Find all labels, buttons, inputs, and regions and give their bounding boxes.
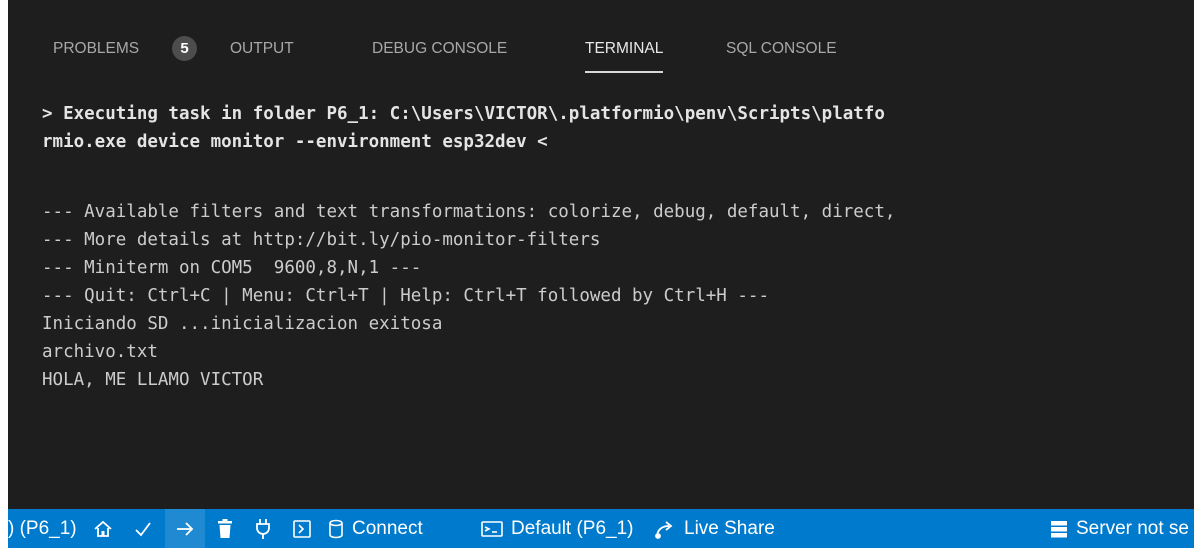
environment-selector[interactable]: Default (P6_1) [481,509,634,548]
live-share-button[interactable]: Live Share [654,509,775,548]
server-status-label: Server not se [1076,518,1189,539]
terminal-line: --- More details at http://bit.ly/pio-mo… [42,230,601,250]
terminal-line: --- Available filters and text transform… [42,202,896,222]
arrow-right-icon [177,521,194,536]
home-icon[interactable] [86,509,120,548]
tab-problems[interactable]: PROBLEMS [53,38,139,60]
server-icon [1051,520,1067,537]
tab-debug-console[interactable]: DEBUG CONSOLE [372,38,507,60]
terminal-line: rmio.exe device monitor --environment es… [42,132,548,152]
tab-terminal[interactable]: TERMINAL [585,38,664,73]
tab-output[interactable]: OUTPUT [230,38,294,60]
default-env-label: Default (P6_1) [511,518,634,539]
tab-terminal-label: TERMINAL [585,40,664,57]
terminal-line: HOLA, ME LLAMO VICTOR [42,370,264,390]
trash-icon[interactable] [208,509,242,548]
live-share-label: Live Share [684,518,775,539]
status-bar: ) (P6_1) Connect Default (P6_1) Live Sha… [8,509,1194,548]
terminal-line: --- Quit: Ctrl+C | Menu: Ctrl+T | Help: … [42,286,769,306]
vscode-panel: PROBLEMS 5 OUTPUT DEBUG CONSOLE TERMINAL… [8,0,1194,548]
live-share-icon [655,520,673,539]
check-icon[interactable] [126,509,160,548]
plug-icon[interactable] [246,509,280,548]
database-icon [329,519,343,538]
active-tab-indicator [585,71,664,73]
panel-tab-bar: PROBLEMS 5 OUTPUT DEBUG CONSOLE TERMINAL… [8,0,1194,98]
terminal-line: > Executing task in folder P6_1: C:\User… [42,104,885,124]
status-workspace[interactable]: ) (P6_1) [8,509,77,548]
connect-label: Connect [352,518,423,539]
terminal-line: archivo.txt [42,342,158,362]
upload-arrow-button[interactable] [165,509,205,548]
folder-env-icon [481,520,503,537]
terminal-output[interactable]: > Executing task in folder P6_1: C:\User… [8,98,1194,478]
tab-sql-console[interactable]: SQL CONSOLE [726,38,837,60]
terminal-icon[interactable] [285,509,319,548]
connect-button[interactable]: Connect [328,509,423,548]
terminal-line: Iniciando SD ...inicializacion exitosa [42,314,443,334]
problems-count-badge: 5 [172,36,197,61]
server-status[interactable]: Server not se [1050,509,1189,548]
terminal-line: --- Miniterm on COM5 9600,8,N,1 --- [42,258,422,278]
